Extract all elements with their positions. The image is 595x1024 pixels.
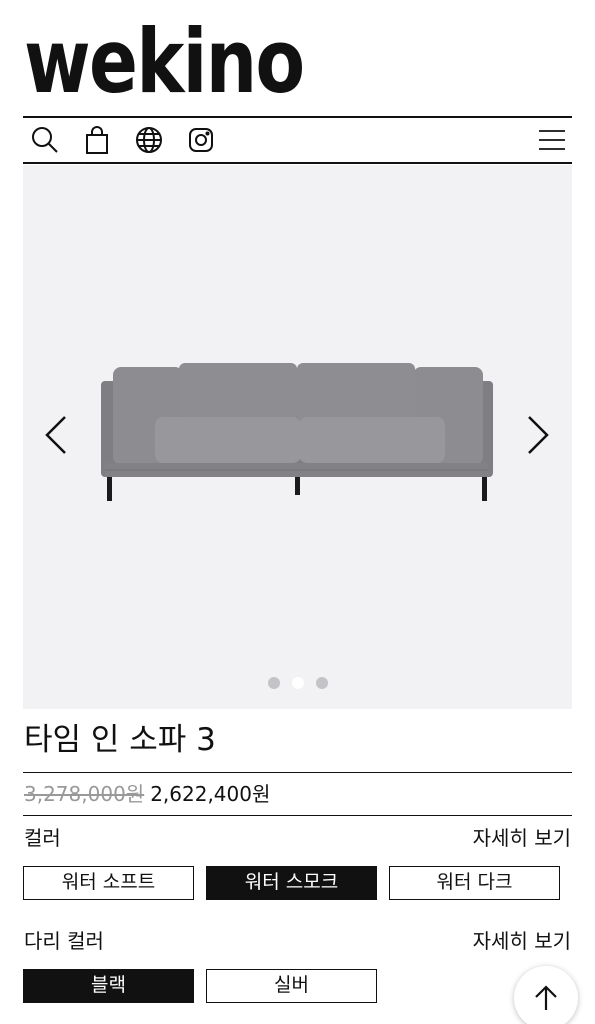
scroll-to-top-button[interactable] <box>514 966 578 1024</box>
search-icon[interactable] <box>27 122 63 158</box>
toolbar-icons <box>27 122 219 158</box>
color-detail-link[interactable]: 자세히 보기 <box>473 824 571 852</box>
slide-indicator <box>23 677 572 689</box>
color-option-button[interactable]: 워터 스모크 <box>206 866 377 900</box>
product-gallery[interactable] <box>23 165 572 709</box>
next-slide-arrow-icon[interactable] <box>521 413 553 457</box>
leg-color-detail-link[interactable]: 자세히 보기 <box>473 927 571 955</box>
arrow-up-icon <box>535 985 557 1010</box>
leg-color-option-label: 다리 컬러 <box>24 929 104 953</box>
previous-slide-arrow-icon[interactable] <box>41 413 73 457</box>
divider <box>23 815 572 816</box>
color-option-button[interactable]: 워터 소프트 <box>23 866 194 900</box>
price-row: 3,278,000원 2,622,400원 <box>24 780 270 808</box>
color-option-button[interactable]: 워터 다크 <box>389 866 560 900</box>
slide-dot[interactable] <box>315 677 328 689</box>
divider <box>23 772 572 773</box>
sofa-product-image <box>101 363 493 501</box>
color-option-label: 컬러 <box>24 826 61 850</box>
original-price: 3,278,000원 <box>24 782 145 806</box>
top-toolbar <box>23 116 572 164</box>
shopping-bag-icon[interactable] <box>79 122 115 158</box>
instagram-icon[interactable] <box>183 122 219 158</box>
brand-logo[interactable]: wekino <box>24 14 305 110</box>
slide-dot[interactable] <box>291 677 304 689</box>
sale-price: 2,622,400원 <box>150 782 271 806</box>
leg_color-option-button[interactable]: 실버 <box>206 969 377 1003</box>
product-title: 타임 인 소파 3 <box>24 722 216 758</box>
hamburger-menu-icon[interactable] <box>534 122 570 158</box>
leg_color-option-button[interactable]: 블랙 <box>23 969 194 1003</box>
globe-icon[interactable] <box>131 122 167 158</box>
slide-dot[interactable] <box>267 677 280 689</box>
